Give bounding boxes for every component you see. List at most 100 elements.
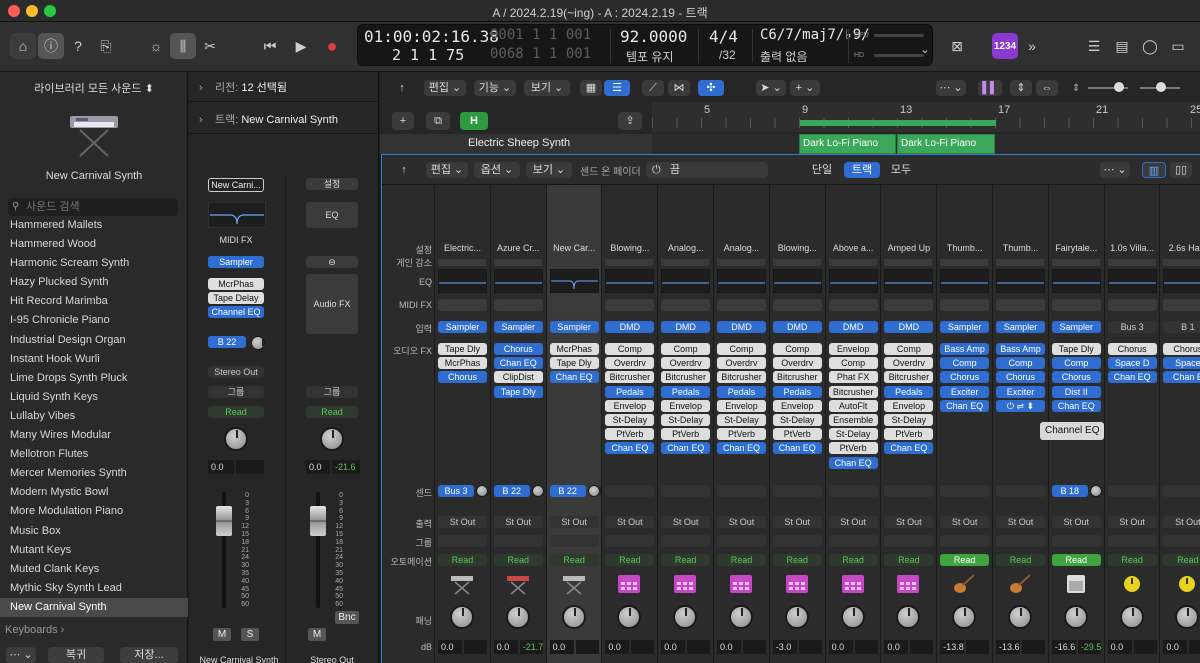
mode-single[interactable]: 단일 (802, 162, 842, 178)
audio-fx-slot[interactable]: McrPhas (549, 343, 599, 355)
input-slot[interactable]: Bus 3 (1107, 321, 1157, 333)
audio-fx-slot[interactable]: PtVerb (605, 428, 655, 441)
send-slot-empty[interactable] (884, 485, 934, 497)
audio-fx-slot[interactable]: Exciter (996, 385, 1045, 398)
audio-fx-slot[interactable]: Tape Dly (438, 343, 487, 355)
send-slot-empty[interactable] (1107, 485, 1157, 497)
horizontal-zoom-icon[interactable]: ⇔ (1036, 80, 1058, 96)
eq-thumbnail[interactable] (996, 269, 1045, 293)
fx-slot-2[interactable]: Tape Delay (208, 292, 264, 304)
channel-setting-name[interactable]: Fairytale... (1051, 243, 1102, 253)
midi-fx-slot[interactable] (828, 299, 878, 311)
pointer-tool[interactable]: ➤ ⌄ (756, 80, 786, 96)
audio-fx-slot[interactable]: Comp (605, 343, 655, 355)
send-slot-empty[interactable] (717, 485, 766, 497)
eq-thumbnail[interactable] (1051, 269, 1101, 293)
channel-setting-name[interactable]: 2.6s Ha... (1162, 243, 1200, 253)
automation-mode[interactable]: Read (996, 554, 1045, 566)
output-slot[interactable]: St Out (940, 516, 990, 528)
solo-button[interactable]: S (241, 628, 259, 641)
send-slot[interactable]: B 22 (549, 485, 586, 497)
browsers-icon[interactable]: ▭ (1166, 33, 1190, 59)
guitar-icon[interactable] (951, 573, 977, 598)
help-icon[interactable]: ? (66, 33, 90, 59)
amp-icon[interactable] (1063, 573, 1089, 598)
flex-icon[interactable]: ⋈ (668, 80, 690, 96)
send-slot[interactable]: Bus 3 (438, 485, 474, 497)
automation-mode[interactable]: Read (306, 406, 358, 418)
channel-setting-name[interactable]: Blowing... (604, 243, 655, 253)
input-slot[interactable]: Sampler (549, 321, 599, 333)
volume-value[interactable]: 0.0 (828, 640, 853, 654)
group-slot[interactable] (940, 535, 990, 547)
bypass-icon[interactable]: ⏻ ⇌ ⬍ (996, 399, 1045, 412)
aux-icon[interactable] (1119, 573, 1145, 598)
send-slot[interactable]: B 22 (208, 336, 246, 348)
volume-value[interactable]: 0.0 (605, 640, 630, 654)
audio-fx-slot[interactable]: Chan EQ (549, 371, 599, 384)
input-slot[interactable]: Sampler (493, 321, 543, 333)
channel-setting-name[interactable]: Amped Up (883, 243, 934, 253)
library-item[interactable]: Mutant Keys (0, 541, 188, 560)
volume-value[interactable]: 0.0 (493, 640, 518, 654)
pan-knob[interactable] (1175, 605, 1200, 629)
audio-fx-slot[interactable]: Envelop (884, 399, 934, 412)
lcd-dropdown-icon[interactable]: ⌄ (916, 36, 934, 62)
send-slot[interactable]: B 22 (493, 485, 530, 497)
output-slot[interactable]: St Out (1051, 516, 1101, 528)
volume-value[interactable]: 0.0 (1107, 640, 1132, 654)
library-item[interactable]: I-95 Chronicle Piano (0, 311, 188, 330)
midi-fx-slot[interactable] (772, 299, 822, 311)
library-item[interactable]: Hazy Plucked Synth (0, 273, 188, 292)
mixer-view-menu[interactable]: 보기 (533, 164, 553, 176)
group-slot[interactable] (828, 535, 878, 547)
input-slot[interactable]: Sampler (438, 321, 487, 333)
send-level-knob[interactable] (476, 485, 489, 497)
timeline-ruler[interactable]: 5 9 13 17 21 25 (652, 102, 1200, 132)
library-item[interactable]: New Carnival Synth (0, 597, 188, 617)
midi-fx-slot[interactable] (1107, 299, 1157, 311)
volume-value[interactable]: -13.8 (940, 640, 965, 654)
midi-fx-slot[interactable] (493, 299, 543, 311)
automation-mode[interactable]: Read (605, 554, 655, 566)
audio-fx-slot[interactable]: Envelop (828, 343, 878, 355)
eq-thumbnail[interactable] (884, 269, 934, 293)
audio-fx-slot[interactable]: Space D (1107, 357, 1157, 370)
midi-fx-slot[interactable] (605, 299, 655, 311)
back-arrow-icon[interactable]: ↑ (392, 80, 412, 96)
audio-fx-slot[interactable]: Overdrv (661, 357, 711, 370)
volume-value[interactable]: -13.6 (996, 640, 1020, 654)
volume-value[interactable]: 0.0 (661, 640, 686, 654)
region[interactable]: Dark Lo-Fi Piano (799, 134, 896, 154)
eq-thumbnail[interactable] (493, 269, 543, 293)
catch-playhead-icon[interactable]: ✣ (698, 80, 724, 96)
audio-fx-slot[interactable]: ClipDist (493, 371, 543, 384)
audio-fx-slot[interactable]: Bitcrusher (772, 371, 822, 384)
setting-button[interactable]: 설정 (306, 178, 358, 190)
waveform-zoom-icon[interactable]: ▌▌ (978, 80, 1002, 96)
volume-value[interactable]: -16.6 (1051, 640, 1076, 654)
audio-fx-slot[interactable]: St-Delay (661, 414, 711, 426)
eq-thumbnail[interactable] (1107, 269, 1157, 293)
balance-knob[interactable] (320, 427, 344, 451)
fx-slot-1[interactable]: McrPhas (208, 278, 264, 290)
global-tracks-icon[interactable]: ⇪ (618, 112, 642, 130)
midi-fx-slot[interactable] (549, 299, 599, 311)
pan-knob[interactable] (1063, 605, 1088, 629)
group-slot[interactable] (717, 535, 766, 547)
group-slot[interactable]: 그룹 (306, 386, 358, 398)
volume-value[interactable]: 0.0 (438, 640, 462, 654)
library-item[interactable]: Muted Clank Keys (0, 560, 188, 579)
eq-thumbnail[interactable] (1163, 269, 1200, 293)
list-view-icon[interactable]: ☰ (604, 80, 630, 96)
send-slot[interactable]: B 18 (1051, 485, 1088, 497)
send-slot-empty[interactable] (772, 485, 822, 497)
more-options-icon[interactable]: ⋯ ⌄ (1100, 162, 1130, 178)
audio-fx-slot[interactable]: Envelop (772, 399, 822, 412)
fx-slot-3[interactable]: Channel EQ (208, 306, 264, 318)
narrow-strips-icon[interactable]: ▥ (1142, 162, 1166, 178)
automation-mode[interactable]: Read (1107, 554, 1157, 566)
send-slot-empty[interactable] (1163, 485, 1200, 497)
pan-knob[interactable] (1119, 605, 1144, 629)
audio-fx-slot[interactable]: Bitcrusher (661, 371, 711, 384)
